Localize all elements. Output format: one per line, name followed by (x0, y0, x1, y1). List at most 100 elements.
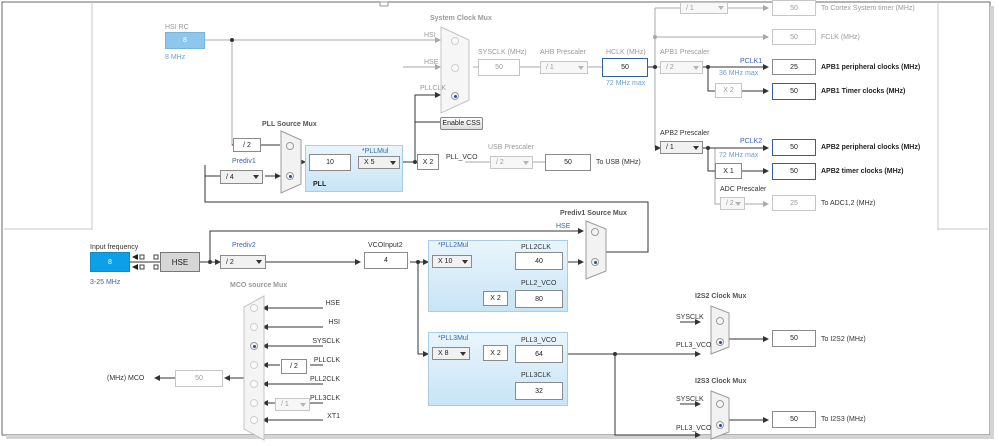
ahb-prescaler-value: / 1 (546, 64, 554, 71)
sysclk-mux-radio-hse[interactable] (451, 64, 459, 72)
pll-vco-label: PLL_VCO (446, 154, 478, 161)
pll3clk-value: 32 (515, 382, 563, 400)
hse-connector-pins (132, 254, 159, 270)
pllmul-select[interactable]: X 5 (358, 156, 400, 169)
hsi-rc-value[interactable]: 8 (165, 32, 205, 49)
sysclk-mux-hsi-label: HSI (424, 32, 436, 39)
apb2-prescaler-select[interactable]: / 1 (660, 141, 703, 154)
prediv1-label: Prediv1 (232, 158, 256, 165)
pll2clk-value: 40 (515, 252, 563, 270)
usb-prescaler-select[interactable]: / 2 (490, 156, 533, 169)
hclk-max-label: 72 MHz max (606, 80, 646, 87)
chevron-down-icon (256, 260, 262, 264)
pll3mul-value: X 8 (438, 350, 449, 357)
mco-input-hse: HSE (325, 300, 340, 307)
cortex-timer-value: 50 (772, 0, 816, 16)
mco-radio-pll3clk[interactable] (250, 399, 258, 407)
pll2mul-value: X 10 (438, 258, 453, 265)
i2s2-value: 50 (772, 330, 816, 347)
sysclk-mux-radio-hsi[interactable] (451, 37, 459, 45)
i2s3-radio-sysclk[interactable] (716, 400, 724, 408)
cortex-timer-label: To Cortex System timer (MHz) (821, 5, 915, 12)
chevron-down-icon (253, 175, 259, 179)
prediv1-mux-hse-label: HSE (556, 223, 571, 230)
mco-pll3clk-divider-select[interactable]: / 1 (275, 398, 310, 411)
chevron-down-icon (523, 160, 529, 165)
prediv1-mux-radio-pll2[interactable] (591, 258, 599, 266)
chevron-down-icon (462, 259, 468, 264)
usb-value: 50 (545, 154, 591, 171)
hclk-input[interactable]: 50 (602, 58, 648, 77)
pclk2-label: PCLK2 (740, 138, 763, 145)
input-frequency-range: 3-25 MHz (90, 279, 121, 286)
sysclk-mux-radio-pllclk[interactable] (451, 92, 459, 100)
pll-input-value: 10 (309, 154, 351, 171)
mco-input-xt1: XT1 (327, 413, 340, 420)
cortex-divider-value: / 1 (686, 4, 694, 12)
pll-x2-box: X 2 (417, 154, 439, 170)
sysclk-label: SYSCLK (MHz) (478, 49, 527, 56)
mco-radio-hse[interactable] (250, 304, 258, 312)
pll2-vco-value: 80 (515, 290, 563, 308)
chevron-down-icon (300, 402, 306, 407)
mco-radio-sysclk[interactable] (250, 342, 258, 350)
chevron-down-icon (718, 6, 724, 10)
i2s2-sysclk-label: SYSCLK (676, 314, 704, 321)
apb1-timer-multiplier: X 2 (715, 83, 742, 98)
apb1-prescaler-select[interactable]: / 2 (660, 61, 703, 74)
mco-radio-xt1[interactable] (250, 416, 258, 424)
vcoinput2-value: 4 (364, 252, 408, 269)
mco-pll3clk-divider-value: / 1 (281, 401, 289, 408)
mco-pllclk-divider: / 2 (281, 359, 307, 374)
i2s3-output-label: To I2S3 (MHz) (821, 416, 866, 423)
i2s2-output-label: To I2S2 (MHz) (821, 336, 866, 343)
prediv2-select[interactable]: / 2 (220, 255, 266, 269)
apb1-timer-label: APB1 Timer clocks (MHz) (821, 88, 906, 95)
ahb-prescaler-select[interactable]: / 1 (540, 61, 588, 74)
prediv2-value: / 2 (226, 258, 234, 266)
hse-oscillator-block[interactable]: HSE (160, 252, 200, 272)
hsi-div2-box: / 2 (233, 138, 261, 152)
i2s3-pll3-vco-label: PLL3_VCO (676, 425, 712, 432)
i2s2-clock-mux-label: I2S2 Clock Mux (695, 293, 747, 300)
apb2-timer-value: 50 (772, 163, 816, 180)
i2s2-radio-sysclk[interactable] (716, 317, 724, 325)
usb-label: To USB (MHz) (596, 159, 641, 166)
pll-source-radio-hsi[interactable] (286, 142, 294, 150)
mco-radio-pll2clk[interactable] (250, 380, 258, 388)
pll-source-mux-label: PLL Source Mux (262, 121, 317, 128)
mco-radio-pllclk[interactable] (250, 361, 258, 369)
sysclk-mux-pllclk-label: PLLCLK (420, 85, 447, 92)
mco-radio-hsi[interactable] (250, 323, 258, 331)
mco-output-label: (MHz) MCO (107, 375, 145, 382)
pll3-x2-box: X 2 (483, 345, 508, 361)
pll2-x2-box: X 2 (483, 291, 508, 306)
pll2mul-select[interactable]: X 10 (432, 255, 472, 268)
i2s3-radio-pll3-vco[interactable] (716, 421, 724, 429)
fclk-value: 50 (772, 29, 816, 45)
input-frequency-label: Input frequency (90, 244, 139, 251)
chevron-down-icon (735, 201, 741, 206)
sysclk-mux-hse-label: HSE (424, 59, 439, 66)
pll-source-radio-prediv1[interactable] (286, 172, 294, 180)
mco-input-hsi: HSI (328, 319, 340, 326)
apb2-timer-multiplier: X 1 (715, 163, 742, 179)
ahb-prescaler-label: AHB Prescaler (540, 49, 586, 56)
pll3mul-select[interactable]: X 8 (432, 347, 470, 360)
apb1-peripheral-value: 25 (772, 59, 816, 75)
i2s2-radio-pll3-vco[interactable] (716, 338, 724, 346)
usb-prescaler-value: / 2 (496, 159, 504, 166)
adc-prescaler-select[interactable]: / 2 (720, 197, 745, 210)
enable-css-button[interactable]: Enable CSS (440, 117, 483, 130)
cortex-divider-select[interactable]: / 1 (680, 2, 728, 14)
i2s3-clock-mux (710, 390, 730, 440)
pll3clk-label: PLL3CLK (521, 372, 551, 379)
input-frequency-value[interactable]: 8 (90, 252, 130, 272)
pclk1-max-label: 36 MHz max (719, 70, 759, 77)
pclk2-max-label: 72 MHz max (719, 152, 759, 159)
i2s3-sysclk-label: SYSCLK (676, 396, 704, 403)
apb1-prescaler-value: / 2 (666, 64, 674, 71)
prediv1-mux-radio-hse[interactable] (591, 228, 599, 236)
prediv1-select[interactable]: / 4 (220, 170, 263, 184)
fclk-label: FCLK (MHz) (821, 34, 860, 41)
